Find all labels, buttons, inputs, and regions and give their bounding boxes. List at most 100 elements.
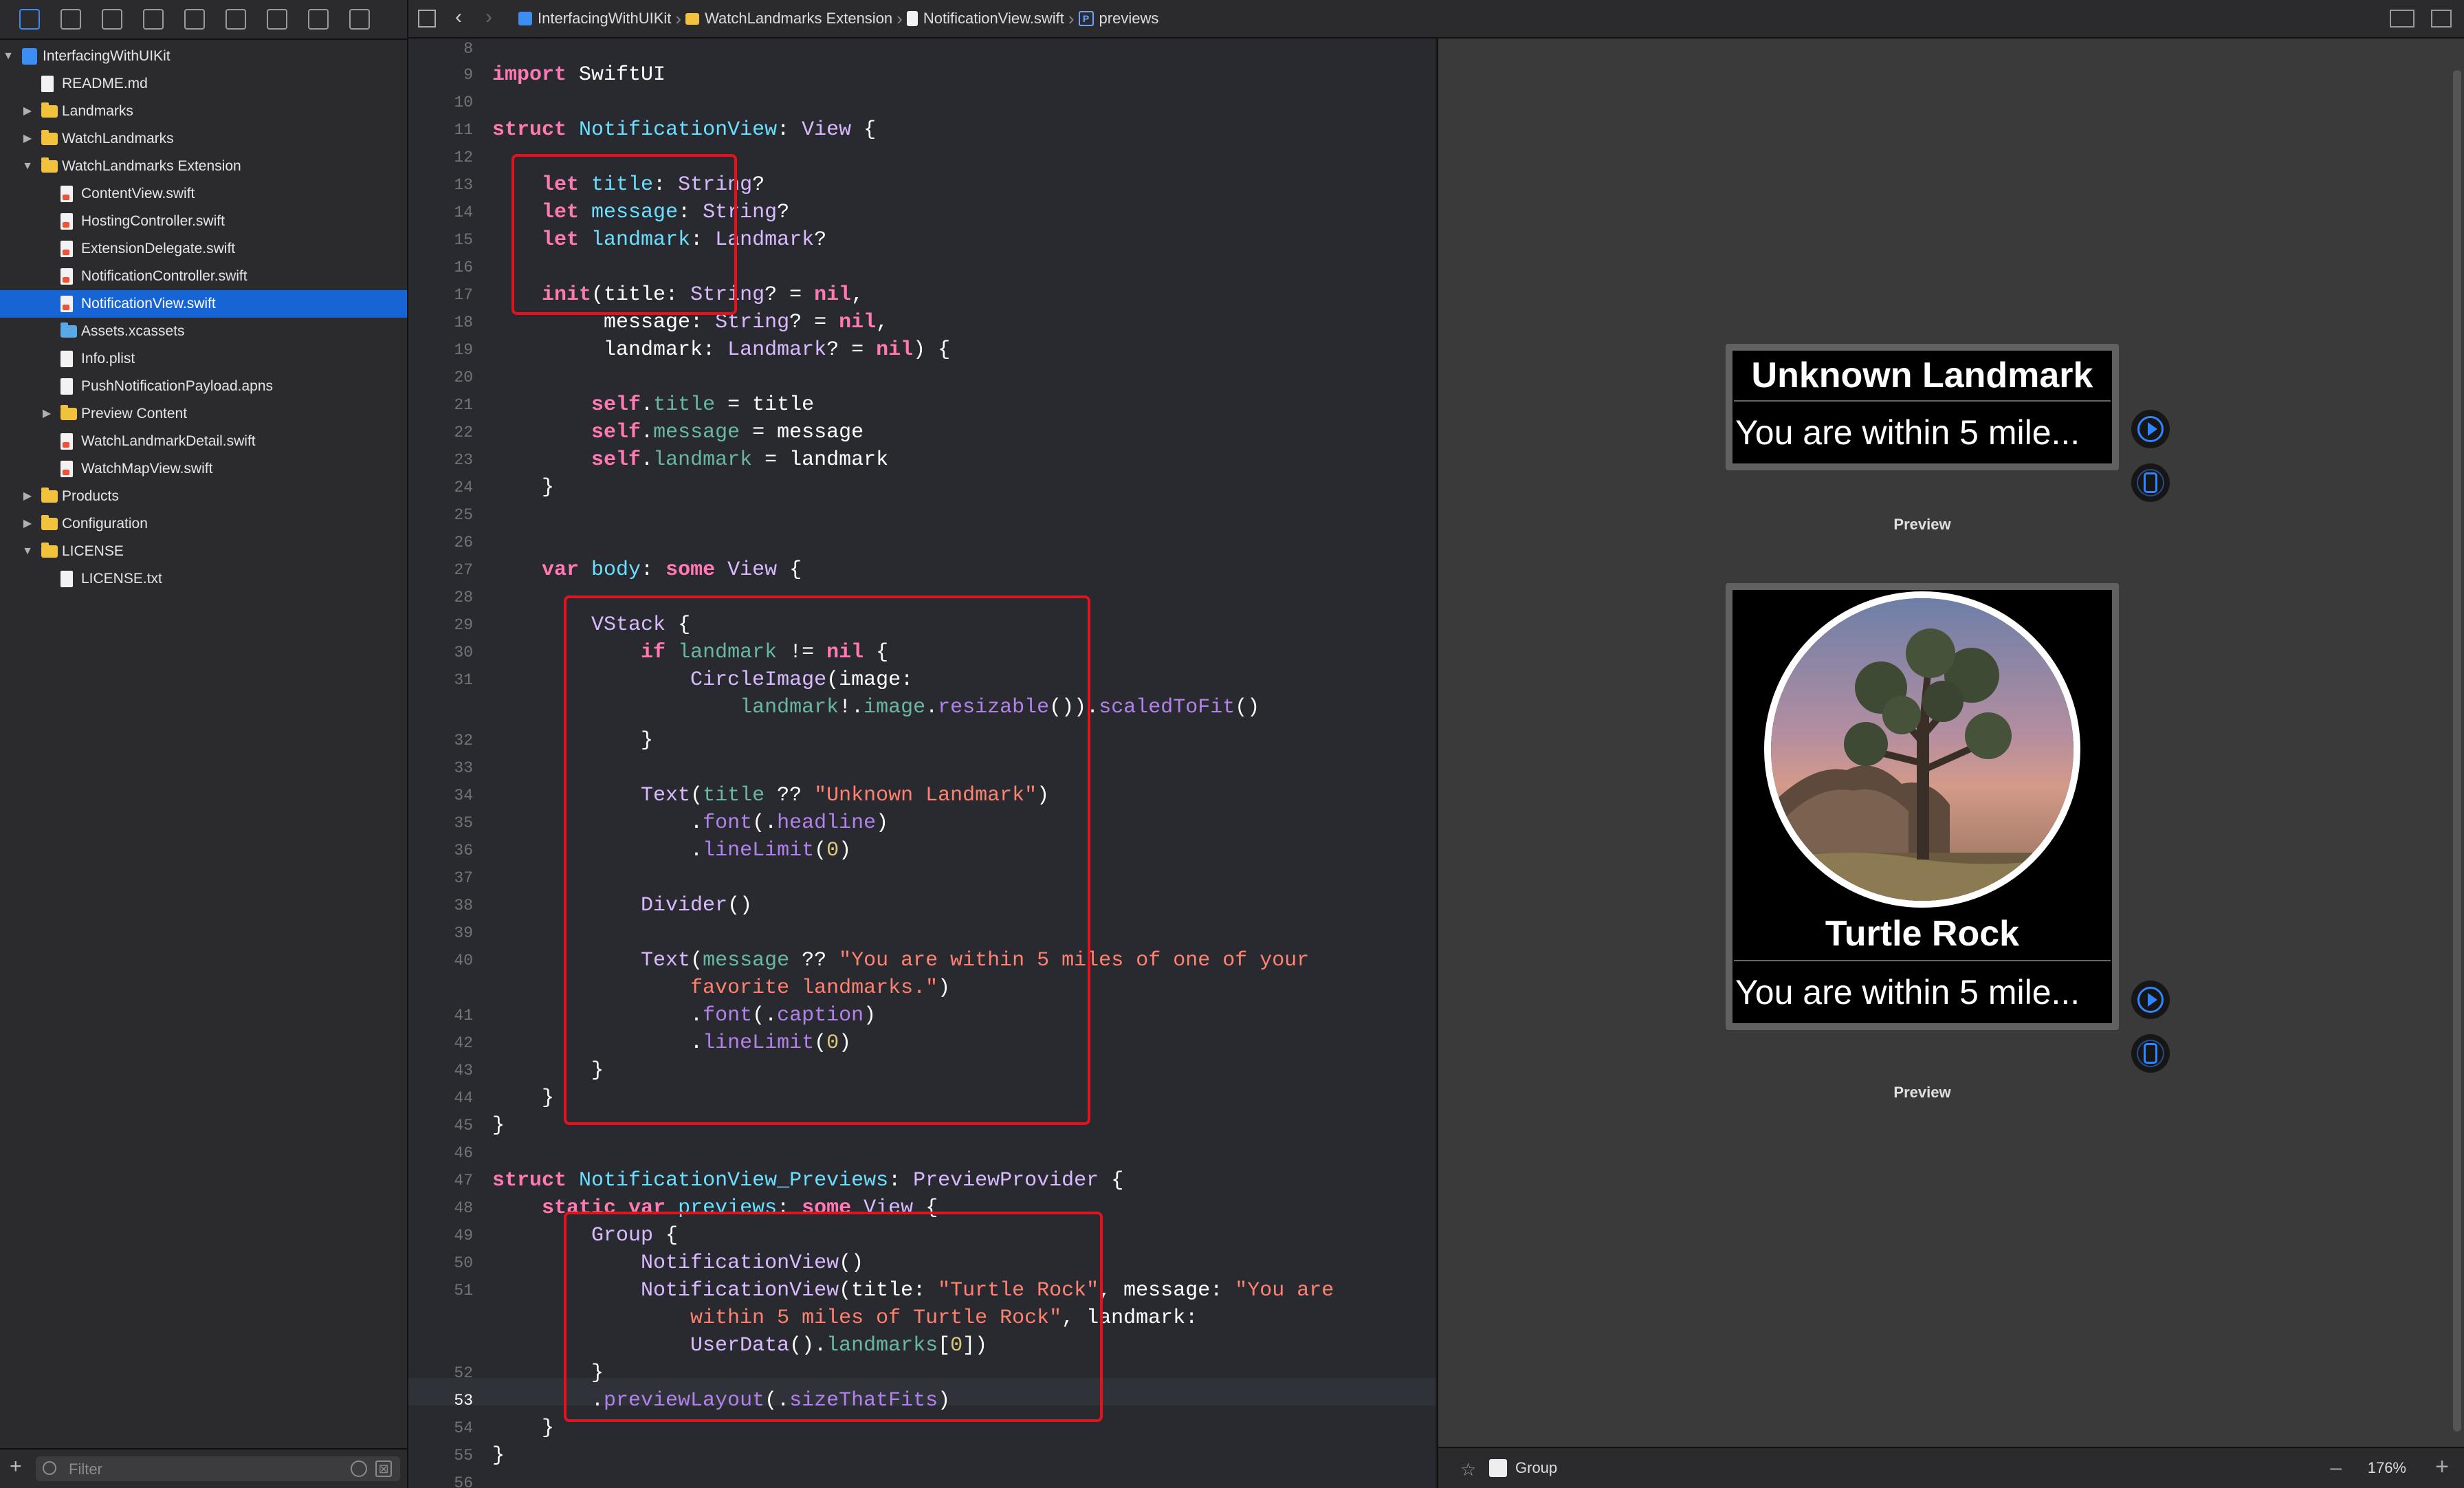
tree-item[interactable]: Info.plist bbox=[0, 345, 407, 373]
tree-item[interactable]: Assets.xcassets bbox=[0, 318, 407, 345]
tree-item[interactable]: LICENSE.txt bbox=[0, 565, 407, 593]
tree-item[interactable]: PushNotificationPayload.apns bbox=[0, 373, 407, 400]
source-editor[interactable]: 8 9 10 11 12 13 14 15 16 17 18 19 20 21 22 23 24 25 26 27 28… bbox=[408, 39, 1436, 1488]
tree-item[interactable]: ▶ Landmarks bbox=[0, 98, 407, 125]
live-preview-button[interactable] bbox=[2131, 410, 2170, 448]
zoom-in-button[interactable]: + bbox=[2435, 1454, 2449, 1480]
code-line[interactable]: self.title = title bbox=[492, 393, 814, 417]
source-control-filter-icon[interactable]: ⊠ bbox=[375, 1460, 392, 1477]
related-items-icon[interactable] bbox=[418, 10, 436, 28]
source-control-icon[interactable] bbox=[60, 9, 81, 30]
preview-on-device-button[interactable] bbox=[2131, 1034, 2170, 1073]
line-number: 9 bbox=[463, 66, 473, 84]
code-token: . bbox=[641, 448, 654, 472]
breadcrumb-item[interactable]: NotificationView.swift bbox=[906, 10, 1064, 28]
notification-title: Unknown Landmark bbox=[1751, 355, 2093, 395]
zoom-out-button[interactable]: – bbox=[2330, 1456, 2342, 1480]
code-line[interactable]: import SwiftUI bbox=[492, 63, 666, 87]
breakpoint-navigator-icon[interactable] bbox=[308, 9, 329, 30]
zoom-level[interactable]: 176% bbox=[2368, 1459, 2406, 1477]
find-navigator-icon[interactable] bbox=[143, 9, 164, 30]
filter-input[interactable] bbox=[67, 1456, 331, 1482]
code-line[interactable]: } bbox=[492, 1444, 505, 1467]
text-file-icon bbox=[60, 378, 73, 395]
line-number: 23 bbox=[454, 451, 473, 469]
tree-item[interactable]: ▶ WatchLandmarks bbox=[0, 125, 407, 153]
pin-icon[interactable]: ☆ bbox=[1460, 1459, 1476, 1480]
code-line[interactable]: struct NotificationView: View { bbox=[492, 118, 876, 142]
add-file-button[interactable]: + bbox=[10, 1455, 22, 1478]
tree-item[interactable]: NotificationController.swift bbox=[0, 263, 407, 290]
breadcrumb-item[interactable]: InterfacingWithUIKit bbox=[518, 10, 671, 28]
line-number: 27 bbox=[454, 561, 473, 579]
tree-item[interactable]: ExtensionDelegate.swift bbox=[0, 235, 407, 263]
code-token: ? bbox=[752, 173, 765, 197]
test-navigator-icon[interactable] bbox=[226, 9, 246, 30]
navigator-toolbar bbox=[0, 0, 407, 40]
property-icon: P bbox=[1078, 11, 1094, 26]
tree-item-label: README.md bbox=[62, 76, 148, 91]
tree-item[interactable]: ▼ InterfacingWithUIKit bbox=[0, 43, 407, 70]
back-button[interactable]: ‹ bbox=[455, 6, 462, 29]
code-line[interactable]: var body: some View { bbox=[492, 558, 802, 582]
line-number: 15 bbox=[454, 231, 473, 249]
preview-on-device-button[interactable] bbox=[2131, 463, 2170, 502]
line-number: 10 bbox=[454, 94, 473, 111]
tree-item[interactable]: ▼ WatchLandmarks Extension bbox=[0, 153, 407, 180]
disclosure-closed-icon[interactable]: ▶ bbox=[19, 125, 36, 153]
adjust-editor-icon[interactable] bbox=[2390, 10, 2414, 28]
project-navigator-icon[interactable] bbox=[19, 9, 40, 30]
line-number: 34 bbox=[454, 787, 473, 805]
code-line[interactable]: } bbox=[492, 1086, 554, 1110]
report-navigator-icon[interactable] bbox=[349, 9, 370, 30]
tree-item[interactable]: ▶ Preview Content bbox=[0, 400, 407, 428]
folder-icon bbox=[685, 12, 700, 25]
add-editor-icon[interactable] bbox=[2431, 10, 2452, 28]
code-token: nil bbox=[814, 283, 852, 307]
disclosure-open-icon[interactable]: ▼ bbox=[19, 153, 36, 180]
disclosure-closed-icon[interactable]: ▶ bbox=[19, 510, 36, 538]
tree-item[interactable]: WatchLandmarkDetail.swift bbox=[0, 428, 407, 455]
tree-item[interactable]: ▶ Products bbox=[0, 483, 407, 510]
debug-navigator-icon[interactable] bbox=[267, 9, 287, 30]
disclosure-open-icon[interactable]: ▼ bbox=[0, 43, 16, 70]
breadcrumb-item[interactable]: WatchLandmarks Extension bbox=[685, 10, 892, 28]
canvas-scrollbar[interactable] bbox=[2453, 70, 2461, 1432]
issue-navigator-icon[interactable] bbox=[184, 9, 205, 30]
code-line[interactable]: landmark: Landmark? = nil) { bbox=[492, 338, 950, 362]
code-line[interactable]: } bbox=[492, 1114, 505, 1137]
tree-item-label: WatchMapView.swift bbox=[81, 461, 213, 477]
code-line[interactable]: self.message = message bbox=[492, 421, 864, 444]
tree-item[interactable]: WatchMapView.swift bbox=[0, 455, 407, 483]
swift-file-icon bbox=[60, 241, 73, 257]
file-tree: ▼ InterfacingWithUIKit README.md ▶ Landmarks… bbox=[0, 40, 407, 593]
code-token: } bbox=[492, 1444, 505, 1467]
disclosure-open-icon[interactable]: ▼ bbox=[19, 538, 36, 565]
jump-bar: ‹ › InterfacingWithUIKit › WatchLandmarks … bbox=[408, 0, 2464, 39]
tree-item[interactable]: ContentView.swift bbox=[0, 180, 407, 208]
code-line[interactable]: } bbox=[492, 1416, 554, 1440]
tree-item[interactable]: ▶ Configuration bbox=[0, 510, 407, 538]
group-label: Group bbox=[1515, 1459, 1558, 1476]
line-number-gutter: 8 9 10 11 12 13 14 15 16 17 18 19 20 21 22 23 24 25 26 27 28… bbox=[408, 39, 473, 1488]
code-line[interactable]: self.landmark = landmark bbox=[492, 448, 888, 472]
disclosure-closed-icon[interactable]: ▶ bbox=[19, 98, 36, 125]
breadcrumb-item[interactable]: Ppreviews bbox=[1078, 10, 1158, 28]
tree-item[interactable]: HostingController.swift bbox=[0, 208, 407, 235]
preview-label: Preview bbox=[1893, 516, 1951, 533]
code-line[interactable]: } bbox=[492, 476, 554, 499]
tree-item[interactable]: ▼ LICENSE bbox=[0, 538, 407, 565]
tree-item[interactable]: README.md bbox=[0, 70, 407, 98]
forward-button[interactable]: › bbox=[485, 6, 492, 29]
live-preview-button[interactable] bbox=[2131, 981, 2170, 1019]
code-token: NotificationView bbox=[579, 118, 778, 142]
disclosure-closed-icon[interactable]: ▶ bbox=[19, 483, 36, 510]
symbol-navigator-icon[interactable] bbox=[102, 9, 122, 30]
breadcrumb-label: NotificationView.swift bbox=[923, 10, 1064, 27]
recent-files-icon[interactable] bbox=[351, 1460, 367, 1477]
line-number: 54 bbox=[454, 1419, 473, 1437]
code-line[interactable]: struct NotificationView_Previews: Previe… bbox=[492, 1169, 1123, 1192]
disclosure-closed-icon[interactable]: ▶ bbox=[38, 400, 55, 428]
tree-item[interactable]: NotificationView.swift bbox=[0, 290, 407, 318]
